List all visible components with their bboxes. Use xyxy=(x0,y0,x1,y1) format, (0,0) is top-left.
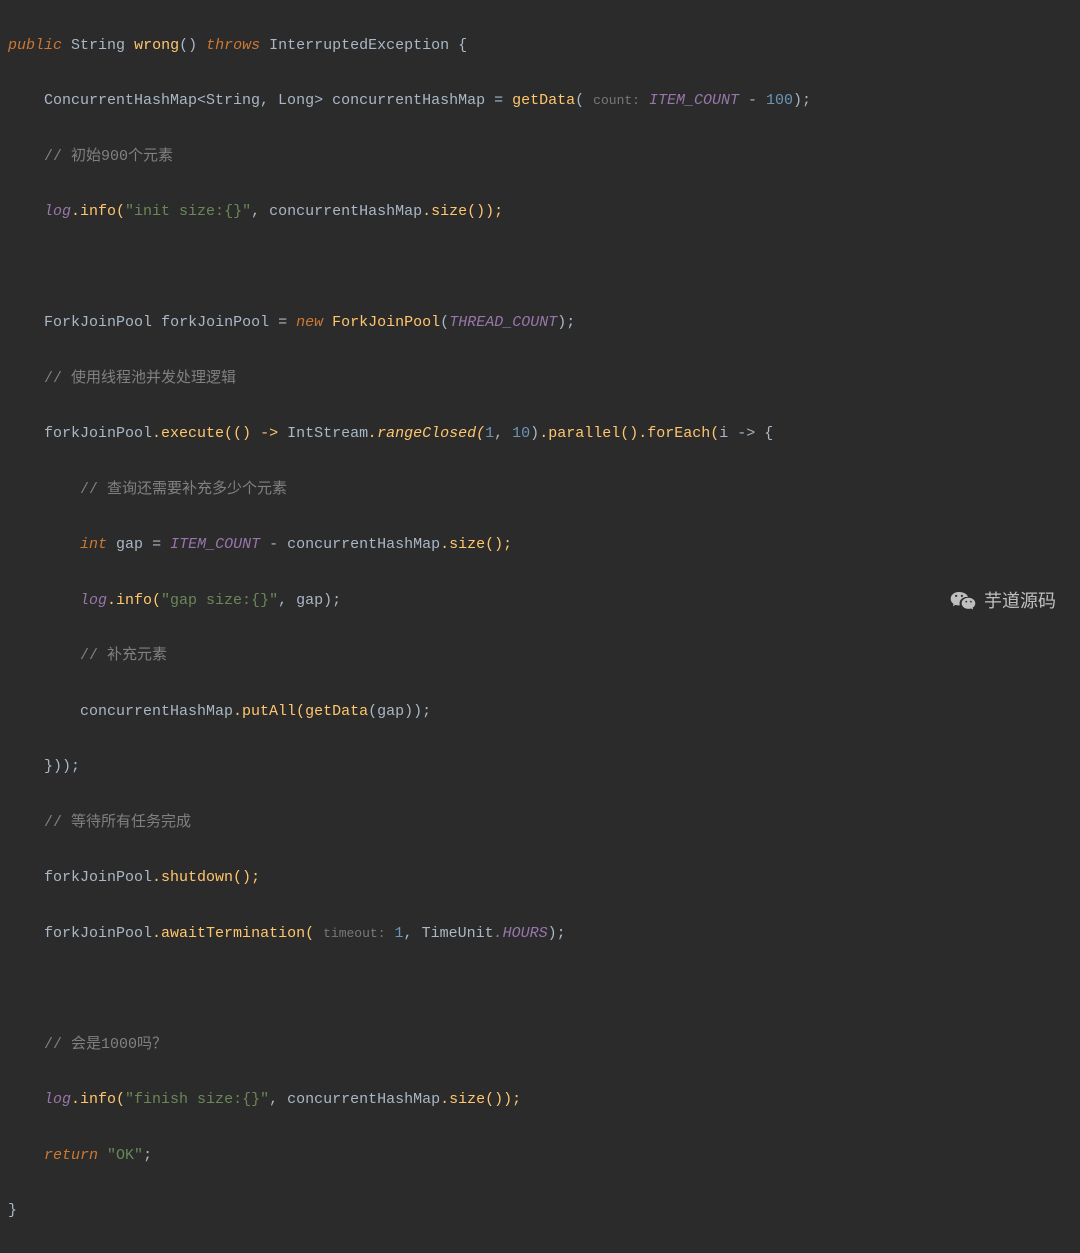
wechat-icon xyxy=(950,590,976,612)
code-line: // 查询还需要补充多少个元素 xyxy=(8,476,1080,504)
code-line: forkJoinPool.awaitTermination( timeout: … xyxy=(8,920,1080,948)
code-line xyxy=(8,254,1080,282)
watermark: 芋道源码 xyxy=(950,585,1056,618)
code-editor[interactable]: public String wrong() throws Interrupted… xyxy=(0,0,1080,1253)
code-line: return "OK"; xyxy=(8,1142,1080,1170)
code-line: } xyxy=(8,1197,1080,1225)
code-line: log.info("finish size:{}", concurrentHas… xyxy=(8,1086,1080,1114)
code-line: // 补充元素 xyxy=(8,642,1080,670)
code-line: public String wrong() throws Interrupted… xyxy=(8,32,1080,60)
code-line: log.info("init size:{}", concurrentHashM… xyxy=(8,198,1080,226)
code-line: })); xyxy=(8,753,1080,781)
code-line: ConcurrentHashMap<String, Long> concurre… xyxy=(8,87,1080,115)
comment: // 查询还需要补充多少个元素 xyxy=(80,481,287,498)
code-line: forkJoinPool.shutdown(); xyxy=(8,864,1080,892)
code-line: int gap = ITEM_COUNT - concurrentHashMap… xyxy=(8,531,1080,559)
comment: // 等待所有任务完成 xyxy=(44,814,191,831)
code-line: // 等待所有任务完成 xyxy=(8,809,1080,837)
code-line: concurrentHashMap.putAll(getData(gap)); xyxy=(8,698,1080,726)
code-line: forkJoinPool.execute(() -> IntStream.ran… xyxy=(8,420,1080,448)
comment: // 初始900个元素 xyxy=(44,148,173,165)
param-hint: count: xyxy=(593,93,640,108)
keyword-throws: throws xyxy=(206,37,260,54)
param-hint: timeout: xyxy=(323,926,385,941)
code-line: // 会是1000吗？ xyxy=(8,1031,1080,1059)
code-line: ForkJoinPool forkJoinPool = new ForkJoin… xyxy=(8,309,1080,337)
watermark-text: 芋道源码 xyxy=(984,585,1056,618)
comment: // 使用线程池并发处理逻辑 xyxy=(44,370,236,387)
keyword-public: public xyxy=(8,37,62,54)
comment: // 补充元素 xyxy=(80,647,167,664)
code-line xyxy=(8,975,1080,1003)
code-line: // 使用线程池并发处理逻辑 xyxy=(8,365,1080,393)
method-name: wrong xyxy=(134,37,179,54)
code-line: log.info("gap size:{}", gap); xyxy=(8,587,1080,615)
comment: // 会是1000吗？ xyxy=(44,1036,167,1053)
code-line: // 初始900个元素 xyxy=(8,143,1080,171)
